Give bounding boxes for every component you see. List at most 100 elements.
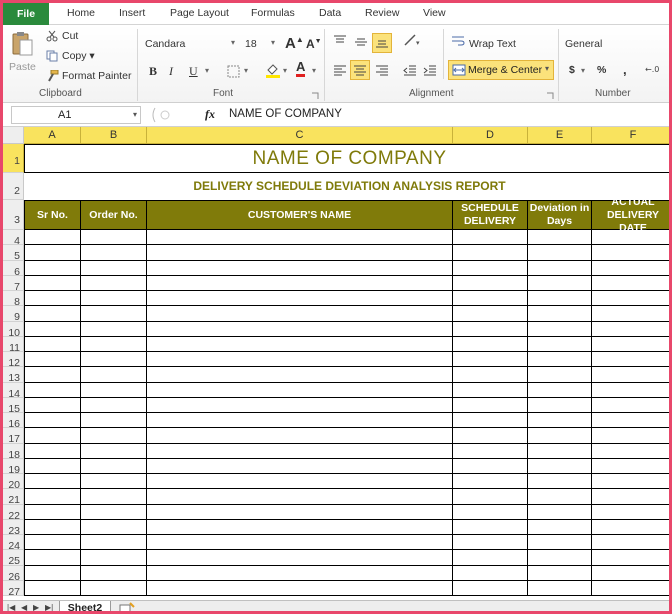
grid-cell[interactable] xyxy=(528,565,592,581)
underline-button[interactable]: U xyxy=(189,64,198,79)
row-header[interactable]: 12 xyxy=(3,352,24,369)
copy-icon[interactable] xyxy=(46,50,58,65)
column-header-a[interactable]: A xyxy=(24,127,81,144)
font-color-button[interactable]: A xyxy=(296,60,306,77)
grid-cell[interactable] xyxy=(453,367,528,383)
grid-cell[interactable] xyxy=(528,474,592,490)
grid-cell[interactable] xyxy=(592,444,669,459)
grid-cell[interactable] xyxy=(453,489,528,505)
grid-cell[interactable] xyxy=(147,413,453,429)
grid-cell[interactable] xyxy=(24,245,81,261)
insert-sheet-icon[interactable] xyxy=(119,602,135,614)
grid-cell[interactable] xyxy=(147,382,453,398)
row-header-1[interactable]: 1 xyxy=(3,144,24,173)
grid-cell[interactable] xyxy=(147,291,453,307)
company-name-cell[interactable]: NAME OF COMPANY xyxy=(24,144,669,173)
grid-cell[interactable] xyxy=(147,550,453,566)
grid-cell[interactable] xyxy=(528,382,592,398)
tab-home[interactable]: Home xyxy=(67,7,95,19)
row-header[interactable]: 19 xyxy=(3,458,24,476)
grid-cell[interactable] xyxy=(453,291,528,307)
grid-cell[interactable] xyxy=(453,504,528,520)
grid-cell[interactable] xyxy=(528,413,592,429)
grid-cell[interactable] xyxy=(81,413,147,429)
row-header[interactable]: 7 xyxy=(3,275,24,293)
grid-cell[interactable] xyxy=(147,519,453,535)
grid-cell[interactable] xyxy=(592,322,669,337)
grid-cell[interactable] xyxy=(453,474,528,490)
last-sheet-icon[interactable]: ▶| xyxy=(45,603,53,611)
grid-cell[interactable] xyxy=(592,261,669,276)
grid-cell[interactable] xyxy=(24,458,81,474)
grid-cell[interactable] xyxy=(24,413,81,429)
grid-cell[interactable] xyxy=(24,306,81,322)
tab-view[interactable]: View xyxy=(423,7,446,19)
formula-cancel-confirm-icon[interactable] xyxy=(151,106,189,124)
grid-cell[interactable] xyxy=(81,306,147,322)
grid-cell[interactable] xyxy=(147,580,453,596)
grid-cell[interactable] xyxy=(147,489,453,505)
decrease-indent-icon[interactable] xyxy=(403,64,417,79)
grid-cell[interactable] xyxy=(592,474,669,490)
column-header-b[interactable]: B xyxy=(81,127,147,144)
grid-cell[interactable] xyxy=(453,458,528,474)
grid-cell[interactable] xyxy=(24,382,81,398)
grow-font-button[interactable]: A▲ xyxy=(285,35,304,52)
grid-cell[interactable] xyxy=(528,367,592,383)
row-header[interactable]: 15 xyxy=(3,397,24,415)
grid-cell[interactable] xyxy=(24,321,81,337)
row-header[interactable]: 23 xyxy=(3,519,24,537)
wrap-text-icon[interactable] xyxy=(451,35,465,50)
grid-cell[interactable] xyxy=(592,306,669,322)
cut-button[interactable]: Cut xyxy=(62,30,78,42)
grid-cell[interactable] xyxy=(147,397,453,413)
row-header[interactable]: 4 xyxy=(3,230,24,247)
grid-cell[interactable] xyxy=(81,230,147,246)
prev-sheet-icon[interactable]: ◀ xyxy=(21,603,27,611)
increase-decimal-icon[interactable]: ←.0 xyxy=(645,63,669,80)
report-title-cell[interactable]: DELIVERY SCHEDULE DEVIATION ANALYSIS REP… xyxy=(24,173,669,200)
grid-cell[interactable] xyxy=(592,459,669,474)
currency-dropdown-icon[interactable]: ▾ xyxy=(581,66,585,75)
borders-dropdown-icon[interactable]: ▾ xyxy=(244,66,248,75)
grid-cell[interactable] xyxy=(453,275,528,291)
fill-color-icon[interactable] xyxy=(265,62,281,82)
grid-cell[interactable] xyxy=(147,306,453,322)
grid-cell[interactable] xyxy=(147,245,453,261)
grid-cell[interactable] xyxy=(81,245,147,261)
currency-button[interactable]: $ xyxy=(569,64,575,76)
grid-cell[interactable] xyxy=(147,336,453,352)
row-header[interactable]: 25 xyxy=(3,550,24,567)
row-header[interactable]: 18 xyxy=(3,443,24,461)
grid-cell[interactable] xyxy=(528,550,592,566)
grid-cell[interactable] xyxy=(528,443,592,459)
grid-cell[interactable] xyxy=(147,367,453,383)
column-header-d[interactable]: D xyxy=(453,127,528,144)
grid-cell[interactable] xyxy=(592,383,669,398)
font-size-dropdown-icon[interactable]: ▾ xyxy=(271,38,275,47)
font-dialog-launcher-icon[interactable] xyxy=(311,91,319,103)
grid-cell[interactable] xyxy=(453,397,528,413)
grid-cell[interactable] xyxy=(453,443,528,459)
header-deviation-days[interactable]: Deviation in Days xyxy=(528,200,592,230)
grid-cell[interactable] xyxy=(147,230,453,246)
row-header[interactable]: 24 xyxy=(3,535,24,552)
merge-center-button[interactable]: Merge & Center ▾ xyxy=(448,60,554,80)
format-painter-button[interactable]: Format Painter xyxy=(62,70,131,82)
grid-cell[interactable] xyxy=(453,413,528,429)
row-header[interactable]: 11 xyxy=(3,336,24,354)
grid-cell[interactable] xyxy=(81,580,147,596)
grid-cell[interactable] xyxy=(24,230,81,246)
row-header[interactable]: 9 xyxy=(3,306,24,323)
header-order-no[interactable]: Order No. xyxy=(81,200,147,230)
first-sheet-icon[interactable]: |◀ xyxy=(7,603,15,611)
sheet-tab-sheet2[interactable]: Sheet2 xyxy=(59,601,111,611)
grid-cell[interactable] xyxy=(453,428,528,444)
grid-cell[interactable] xyxy=(81,397,147,413)
row-header[interactable]: 6 xyxy=(3,260,24,278)
paste-icon[interactable] xyxy=(11,31,33,60)
grid-cell[interactable] xyxy=(528,489,592,505)
grid-cell[interactable] xyxy=(453,580,528,596)
grid-cell[interactable] xyxy=(592,550,669,566)
name-box-dropdown-icon[interactable]: ▾ xyxy=(133,107,137,123)
